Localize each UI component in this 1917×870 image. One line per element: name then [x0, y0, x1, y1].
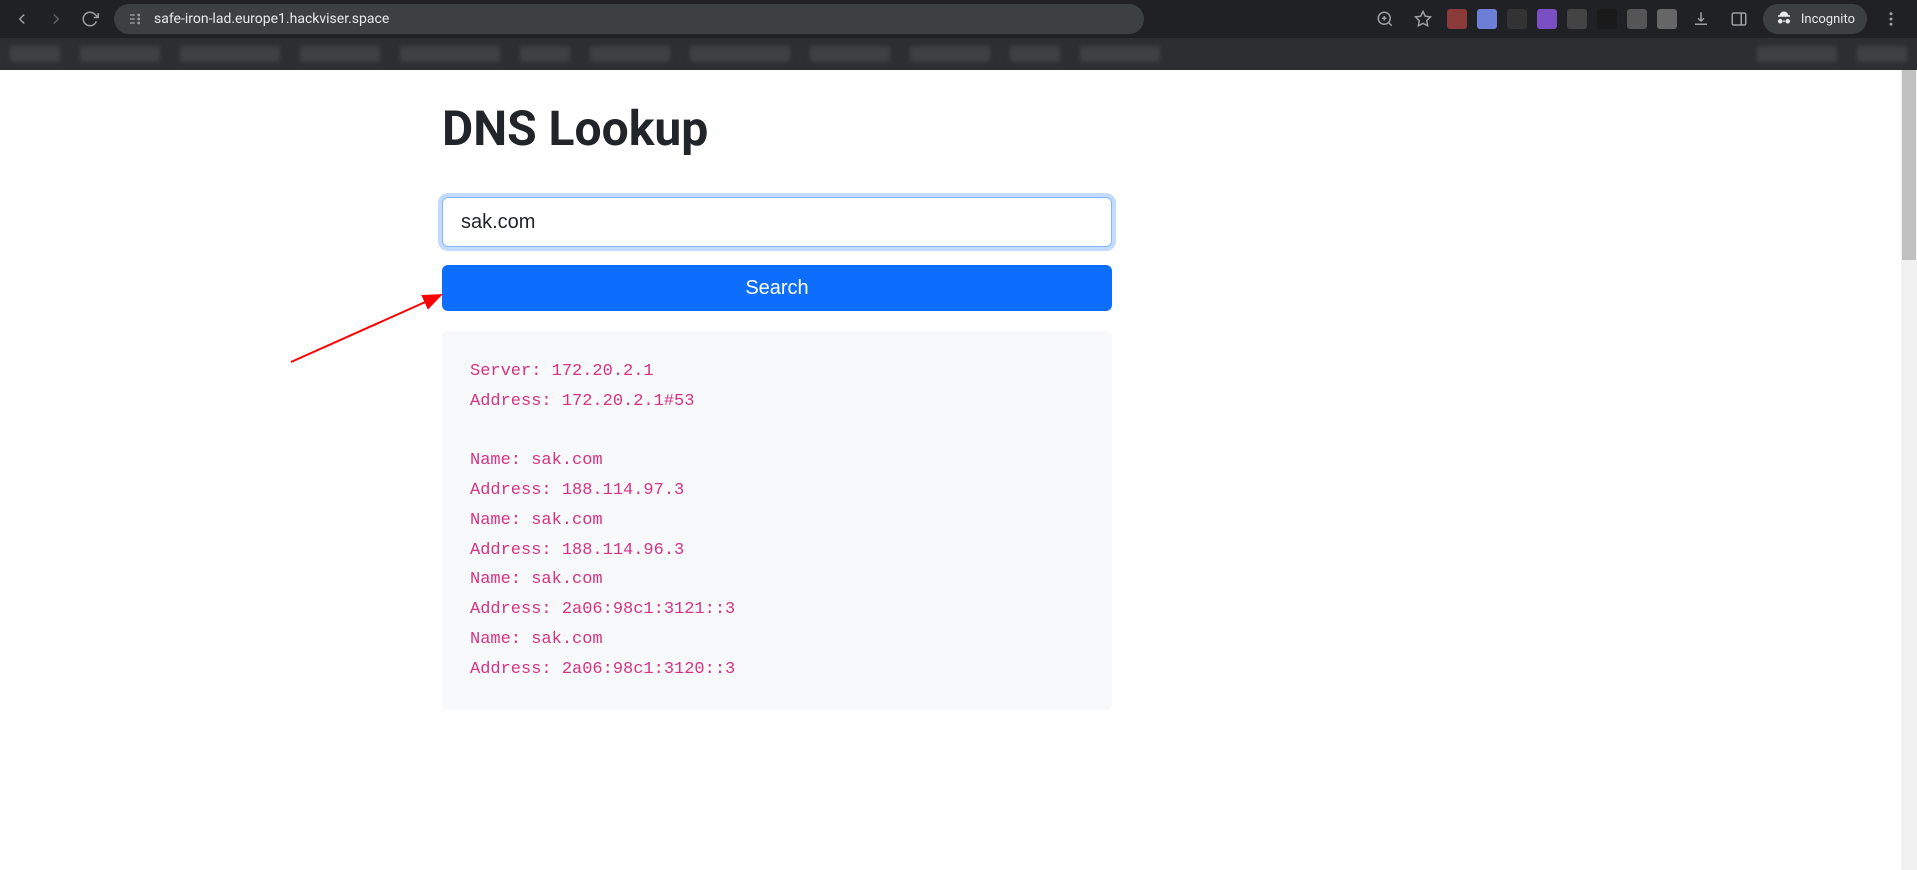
domain-input[interactable]: [442, 197, 1112, 247]
downloads-icon[interactable]: [1687, 5, 1715, 33]
extension-icon[interactable]: [1537, 9, 1557, 29]
dns-output: Server: 172.20.2.1 Address: 172.20.2.1#5…: [442, 331, 1112, 710]
bookmark-item[interactable]: [300, 46, 380, 62]
bookmark-item[interactable]: [400, 46, 500, 62]
extension-icon[interactable]: [1477, 9, 1497, 29]
browser-chrome: safe-iron-lad.europe1.hackviser.space: [0, 0, 1917, 70]
bookmark-item[interactable]: [690, 46, 790, 62]
extension-icon[interactable]: [1657, 9, 1677, 29]
search-button[interactable]: Search: [442, 265, 1112, 311]
bookmark-item[interactable]: [810, 46, 890, 62]
bookmark-item[interactable]: [910, 46, 990, 62]
incognito-label: Incognito: [1801, 12, 1855, 27]
bookmark-item[interactable]: [80, 46, 160, 62]
bookmark-item[interactable]: [1757, 46, 1837, 62]
bookmark-item[interactable]: [10, 46, 60, 62]
annotation-arrow: [286, 287, 456, 377]
back-button[interactable]: [8, 5, 36, 33]
site-settings-icon: [128, 11, 144, 27]
bookmark-item[interactable]: [180, 46, 280, 62]
dns-lookup-container: DNS Lookup Search Server: 172.20.2.1 Add…: [442, 100, 1112, 710]
bookmark-item[interactable]: [1857, 46, 1907, 62]
extension-icon[interactable]: [1447, 9, 1467, 29]
extension-icon[interactable]: [1597, 9, 1617, 29]
extension-icon[interactable]: [1567, 9, 1587, 29]
incognito-icon: [1775, 10, 1793, 28]
incognito-badge[interactable]: Incognito: [1763, 4, 1867, 34]
page-title: DNS Lookup: [442, 100, 1112, 157]
bookmark-star-icon[interactable]: [1409, 5, 1437, 33]
scrollbar-thumb[interactable]: [1902, 70, 1916, 260]
bookmark-item[interactable]: [520, 46, 570, 62]
scrollbar-track[interactable]: [1901, 70, 1917, 870]
panel-icon[interactable]: [1725, 5, 1753, 33]
browser-nav-bar: safe-iron-lad.europe1.hackviser.space: [0, 0, 1917, 38]
browser-menu-icon[interactable]: [1877, 5, 1905, 33]
bookmark-item[interactable]: [1080, 46, 1160, 62]
bookmark-item[interactable]: [1010, 46, 1060, 62]
forward-button[interactable]: [42, 5, 70, 33]
bookmarks-bar: [0, 38, 1917, 70]
bookmark-item[interactable]: [590, 46, 670, 62]
browser-right-controls: Incognito: [1371, 4, 1909, 34]
page-content: DNS Lookup Search Server: 172.20.2.1 Add…: [0, 70, 1917, 870]
reload-button[interactable]: [76, 5, 104, 33]
zoom-icon[interactable]: [1371, 5, 1399, 33]
extension-icon[interactable]: [1507, 9, 1527, 29]
extension-icon[interactable]: [1627, 9, 1647, 29]
url-text: safe-iron-lad.europe1.hackviser.space: [154, 11, 389, 27]
address-bar[interactable]: safe-iron-lad.europe1.hackviser.space: [114, 4, 1144, 34]
